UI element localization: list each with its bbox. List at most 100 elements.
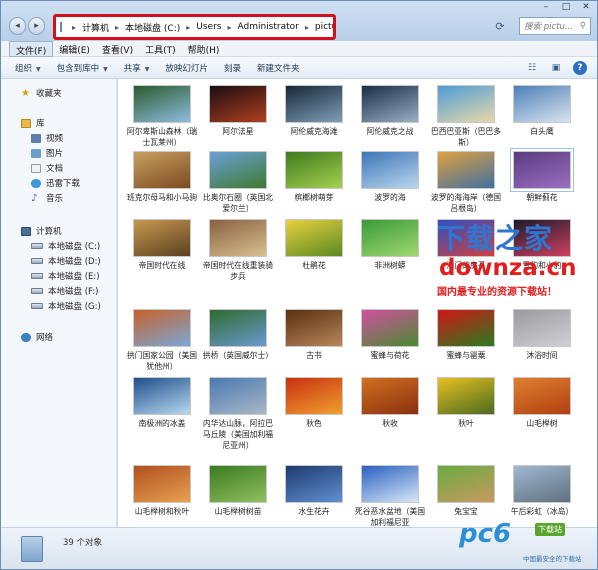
menu-edit[interactable]: 编辑(E) bbox=[53, 41, 96, 57]
image-thumbnail[interactable] bbox=[285, 377, 343, 415]
file-item[interactable]: 秋收 bbox=[352, 377, 428, 429]
nav-drive-f[interactable]: 本地磁盘 (F:) bbox=[31, 285, 98, 297]
organize-button[interactable]: 组织 ▼ bbox=[15, 62, 41, 74]
refresh-icon[interactable]: ⟳ bbox=[491, 18, 509, 36]
nav-favorites[interactable]: ★ 收藏夹 bbox=[21, 87, 62, 100]
chevron-right-icon[interactable]: ▸ bbox=[72, 23, 76, 32]
image-thumbnail[interactable] bbox=[361, 85, 419, 123]
burn-button[interactable]: 刻录 bbox=[224, 62, 241, 74]
breadcrumb-computer[interactable]: 计算机 bbox=[82, 21, 109, 34]
file-item[interactable]: 白头鹰 bbox=[504, 85, 580, 137]
file-item[interactable]: 阿尔卑斯山森林（瑞士瓦莱州） bbox=[124, 85, 200, 148]
image-thumbnail[interactable] bbox=[133, 219, 191, 257]
nav-library[interactable]: 库 bbox=[21, 117, 45, 129]
nav-computer[interactable]: 计算机 bbox=[21, 225, 62, 237]
file-item[interactable]: 拱门国家公园（美国犹他州） bbox=[124, 309, 200, 372]
help-icon[interactable]: ? bbox=[573, 61, 587, 75]
image-thumbnail[interactable] bbox=[285, 465, 343, 503]
forward-button[interactable]: ▸ bbox=[28, 17, 45, 35]
image-thumbnail[interactable] bbox=[513, 309, 571, 347]
file-item[interactable]: 古书 bbox=[276, 309, 352, 361]
image-thumbnail[interactable] bbox=[285, 309, 343, 347]
search-input[interactable]: 搜索 pictu... ⚲ bbox=[519, 17, 591, 35]
image-thumbnail[interactable] bbox=[437, 465, 495, 503]
menu-view[interactable]: 查看(V) bbox=[96, 41, 139, 57]
search-icon[interactable]: ⚲ bbox=[580, 21, 586, 31]
menu-help[interactable]: 帮助(H) bbox=[182, 41, 226, 57]
nav-network[interactable]: 网络 bbox=[21, 331, 53, 343]
image-thumbnail[interactable] bbox=[513, 85, 571, 123]
new-folder-button[interactable]: 新建文件夹 bbox=[257, 62, 300, 74]
breadcrumb-users[interactable]: Users bbox=[196, 22, 221, 32]
nav-documents[interactable]: 文档 bbox=[31, 162, 63, 174]
image-thumbnail[interactable] bbox=[513, 377, 571, 415]
close-icon[interactable]: ✕ bbox=[577, 1, 595, 13]
include-in-library-button[interactable]: 包含到库中 ▼ bbox=[57, 62, 108, 74]
image-thumbnail[interactable] bbox=[510, 148, 574, 192]
nav-drive-d[interactable]: 本地磁盘 (D:) bbox=[31, 255, 101, 267]
image-thumbnail[interactable] bbox=[209, 465, 267, 503]
image-thumbnail[interactable] bbox=[361, 309, 419, 347]
back-button[interactable]: ◂ bbox=[9, 17, 26, 35]
image-thumbnail[interactable] bbox=[209, 85, 267, 123]
file-item[interactable]: 帝国时代在线重装骑步兵 bbox=[200, 219, 276, 282]
nav-pictures[interactable]: 图片 bbox=[31, 147, 63, 159]
file-item[interactable]: 帝国时代在线 bbox=[124, 219, 200, 271]
file-item[interactable]: 比奥尔石圈（英国北爱尔兰） bbox=[200, 151, 276, 214]
file-item[interactable]: 班克尔母马和小马驹 bbox=[124, 151, 200, 203]
slideshow-button[interactable]: 放映幻灯片 bbox=[165, 62, 208, 74]
file-item[interactable]: 阿伦威克海滩 bbox=[276, 85, 352, 137]
nav-video[interactable]: 视频 bbox=[31, 132, 63, 144]
image-thumbnail[interactable] bbox=[437, 377, 495, 415]
breadcrumb-pictures[interactable]: pictures bbox=[315, 22, 333, 32]
file-item[interactable]: 兔宝宝 bbox=[428, 465, 504, 517]
chevron-right-icon[interactable]: ▸ bbox=[227, 23, 231, 32]
nav-music[interactable]: ♪ 音乐 bbox=[31, 192, 63, 205]
file-item[interactable]: 秋色 bbox=[276, 377, 352, 429]
image-thumbnail[interactable] bbox=[361, 465, 419, 503]
maximize-icon[interactable]: □ bbox=[557, 1, 575, 13]
image-thumbnail[interactable] bbox=[437, 85, 495, 123]
chevron-right-icon[interactable]: ▸ bbox=[305, 23, 309, 32]
image-thumbnail[interactable] bbox=[209, 377, 267, 415]
menu-file[interactable]: 文件(F) bbox=[9, 41, 54, 57]
image-thumbnail[interactable] bbox=[361, 219, 419, 257]
share-button[interactable]: 共享 ▼ bbox=[124, 62, 150, 74]
file-item[interactable]: 山毛榉树和秋叶 bbox=[124, 465, 200, 517]
view-options-icon[interactable]: ☷ bbox=[525, 61, 539, 75]
menu-tools[interactable]: 工具(T) bbox=[139, 41, 182, 57]
image-thumbnail[interactable] bbox=[133, 465, 191, 503]
file-item[interactable]: 巴西巴亚斯（巴巴多斯） bbox=[428, 85, 504, 148]
image-thumbnail[interactable] bbox=[285, 219, 343, 257]
file-item[interactable]: 朝鲜蓟花 bbox=[504, 148, 580, 203]
image-thumbnail[interactable] bbox=[361, 377, 419, 415]
breadcrumb-c-drive[interactable]: 本地磁盘 (C:) bbox=[125, 21, 180, 34]
minimize-icon[interactable]: – bbox=[537, 1, 555, 13]
nav-drive-e[interactable]: 本地磁盘 (E:) bbox=[31, 270, 100, 282]
image-thumbnail[interactable] bbox=[209, 309, 267, 347]
breadcrumb-administrator[interactable]: Administrator bbox=[237, 22, 298, 32]
nav-drive-g[interactable]: 本地磁盘 (G:) bbox=[31, 300, 101, 312]
file-item[interactable]: 阿伦威克之战 bbox=[352, 85, 428, 137]
nav-drive-c[interactable]: 本地磁盘 (C:) bbox=[31, 240, 100, 252]
file-item[interactable]: 南极洲的冰盖 bbox=[124, 377, 200, 429]
file-item[interactable]: 山毛榉树树苗 bbox=[200, 465, 276, 517]
file-item[interactable]: 午后彩虹（冰岛） bbox=[504, 465, 580, 517]
chevron-right-icon[interactable]: ▸ bbox=[186, 23, 190, 32]
file-item[interactable]: 波罗的海 bbox=[352, 151, 428, 203]
file-item[interactable]: 波罗的海海岸（德国吕根岛） bbox=[428, 151, 504, 214]
image-thumbnail[interactable] bbox=[209, 151, 267, 189]
image-thumbnail[interactable] bbox=[285, 151, 343, 189]
file-item[interactable]: 水生花卉 bbox=[276, 465, 352, 517]
image-thumbnail[interactable] bbox=[209, 219, 267, 257]
file-item[interactable]: 蜜蜂与荷花 bbox=[352, 309, 428, 361]
file-item[interactable]: 拱桥（英国威尔士） bbox=[200, 309, 276, 361]
file-item[interactable]: 死谷恶水盆地（美国加利福尼亚 bbox=[352, 465, 428, 528]
image-thumbnail[interactable] bbox=[133, 377, 191, 415]
file-item[interactable]: 杜鹃花 bbox=[276, 219, 352, 271]
image-thumbnail[interactable] bbox=[133, 151, 191, 189]
image-thumbnail[interactable] bbox=[437, 309, 495, 347]
image-thumbnail[interactable] bbox=[513, 465, 571, 503]
image-thumbnail[interactable] bbox=[133, 309, 191, 347]
image-thumbnail[interactable] bbox=[437, 151, 495, 189]
